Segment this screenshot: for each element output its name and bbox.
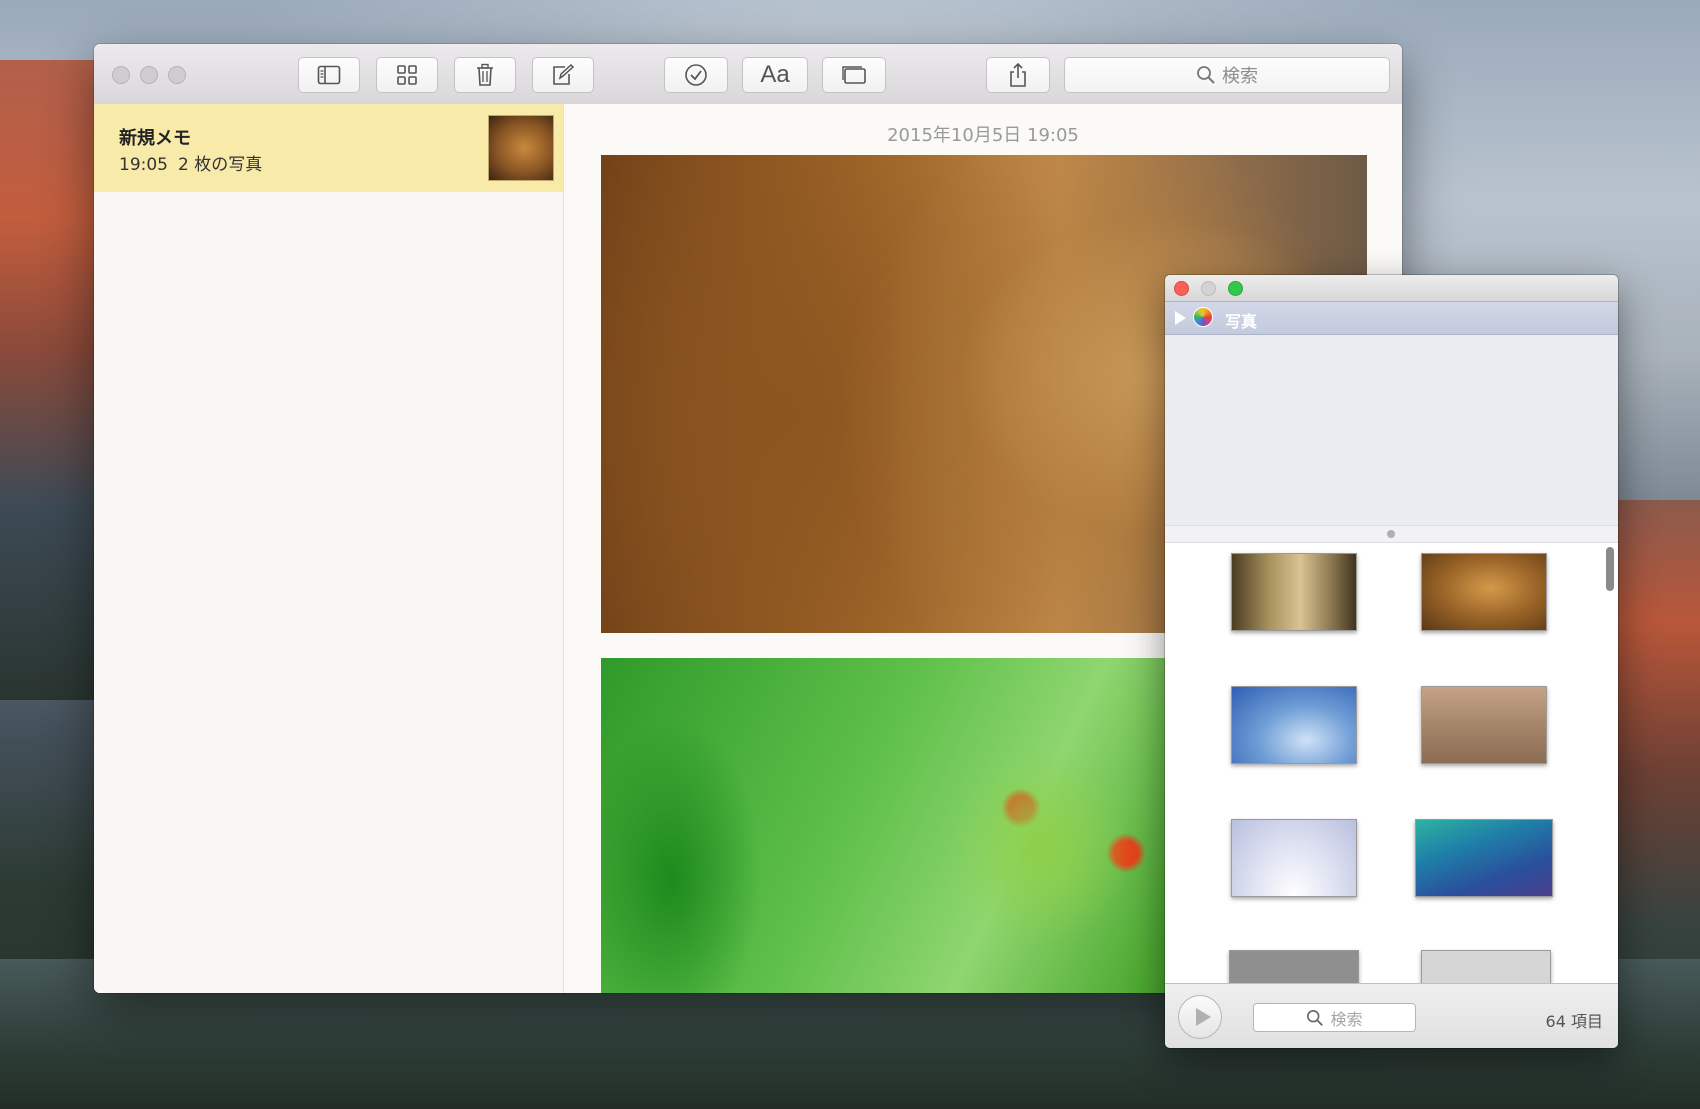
photo-thumbnail[interactable] [1229, 950, 1359, 983]
photo-thumbnail[interactable] [1231, 819, 1357, 897]
zoom-button[interactable] [168, 66, 186, 84]
scrollbar-thumb[interactable] [1606, 547, 1614, 591]
note-date: 2015年10月5日 19:05 [887, 125, 1079, 146]
panel-zoom-button[interactable] [1228, 281, 1243, 296]
notes-toolbar: Aa 検索 [94, 44, 1402, 105]
note-thumbnail [488, 115, 554, 181]
panel-close-button[interactable] [1174, 281, 1189, 296]
photo-thumbnail[interactable] [1421, 686, 1547, 764]
sidebar-toggle-button[interactable] [298, 57, 360, 93]
table-button[interactable] [822, 57, 886, 93]
share-icon [1010, 62, 1026, 87]
checkmark-circle-icon [685, 64, 707, 86]
minimize-button[interactable] [140, 66, 158, 84]
notes-list: 新規メモ 19:05 2 枚の写真 [94, 104, 564, 993]
notes-search-field[interactable]: 検索 [1064, 57, 1390, 93]
window-icon [842, 66, 866, 84]
panel-footer: 検索 64 項目 [1165, 983, 1618, 1048]
note-title: 新規メモ [119, 128, 191, 149]
sidebar-icon [317, 65, 341, 85]
photos-source-row[interactable]: 写真 [1165, 302, 1618, 335]
panel-search-placeholder: 検索 [1330, 1009, 1363, 1029]
panel-titlebar [1165, 275, 1618, 302]
photos-app-icon [1193, 307, 1213, 327]
search-icon [1197, 66, 1215, 84]
note-meta: 19:05 2 枚の写真 [119, 150, 262, 175]
photo-thumbnail[interactable] [1231, 686, 1357, 764]
item-count: 64 項目 [1545, 1012, 1603, 1031]
trash-icon [477, 63, 493, 86]
divider-handle-icon[interactable] [1387, 530, 1395, 538]
compose-icon [553, 64, 575, 85]
format-button[interactable]: Aa [742, 57, 808, 93]
photo-thumbnail[interactable] [1421, 950, 1551, 983]
split-divider[interactable] [1165, 525, 1618, 543]
note-summary: 2 枚の写真 [178, 155, 263, 175]
delete-button[interactable] [454, 57, 516, 93]
search-icon [1307, 1009, 1324, 1026]
photo-thumbnail[interactable] [1421, 553, 1547, 631]
disclosure-triangle-icon[interactable] [1175, 311, 1186, 325]
photo-thumbnail[interactable] [1231, 553, 1357, 631]
note-list-item[interactable]: 新規メモ 19:05 2 枚の写真 [94, 104, 563, 192]
panel-search-field[interactable]: 検索 [1253, 1003, 1416, 1032]
search-placeholder: 検索 [1222, 66, 1258, 87]
checklist-button[interactable] [664, 57, 728, 93]
slideshow-play-button[interactable] [1178, 995, 1222, 1039]
photos-source-label: 写真 [1225, 312, 1258, 331]
format-label: Aa [760, 61, 790, 88]
preview-area [1165, 335, 1618, 525]
share-button[interactable] [986, 57, 1050, 93]
compose-button[interactable] [532, 57, 594, 93]
photo-grid [1165, 543, 1618, 983]
close-button[interactable] [112, 66, 130, 84]
note-time: 19:05 [119, 155, 168, 175]
photo-browser-panel: 写真 検索 64 項目 [1165, 275, 1618, 1048]
panel-minimize-button[interactable] [1201, 281, 1216, 296]
grid-icon [397, 65, 417, 85]
attachments-button[interactable] [376, 57, 438, 93]
photo-thumbnail[interactable] [1415, 819, 1553, 897]
